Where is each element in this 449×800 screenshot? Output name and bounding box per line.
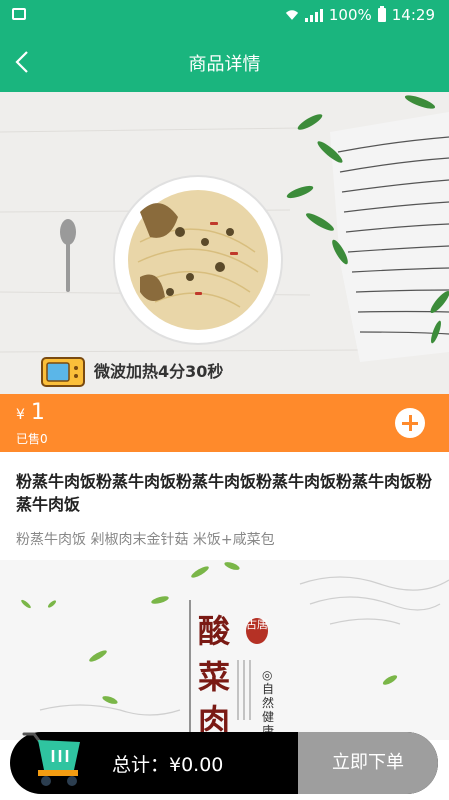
price-bar: ¥1 已售0	[0, 394, 449, 452]
heating-info: 微波加热4分30秒	[42, 358, 223, 382]
currency-symbol: ¥	[16, 407, 25, 423]
battery-icon	[377, 6, 386, 22]
heating-label: 微波加热4分30秒	[94, 362, 224, 381]
poster-seal: 古唐	[246, 618, 268, 644]
cloth-napkin	[330, 112, 449, 362]
poster-char-2: 菜	[198, 658, 231, 696]
sold-count: 已售0	[16, 432, 48, 446]
product-name: 粉蒸牛肉饭粉蒸牛肉饭粉蒸牛肉饭粉蒸牛肉饭粉蒸牛肉饭粉蒸牛肉饭	[16, 472, 433, 514]
price-value: 1	[30, 400, 45, 425]
page-title: 商品详情	[188, 54, 261, 75]
dish-illustration	[0, 95, 449, 387]
title-bar: 商品详情	[0, 32, 449, 92]
product-image: 微波加热4分30秒	[0, 92, 449, 394]
price: ¥1	[16, 400, 45, 425]
order-now-button[interactable]: 立即下单	[298, 732, 438, 794]
add-to-cart-icon[interactable]	[395, 408, 425, 438]
detail-poster: 酸 菜 肉 古唐 ◎自然健康◎	[0, 560, 449, 740]
battery-percent: 100%	[328, 6, 372, 24]
status-right: 100% 14:29	[285, 6, 435, 24]
product-description: 粉蒸牛肉饭 剁椒肉末金针菇 米饭+咸菜包	[16, 532, 275, 548]
status-bar: 100% 14:29	[0, 0, 449, 32]
cart-total: 总计：¥0.00	[112, 754, 224, 776]
signal-icon	[304, 8, 323, 22]
shopping-cart-icon[interactable]	[20, 728, 88, 790]
image-notification-icon	[12, 8, 26, 20]
clock: 14:29	[391, 6, 435, 24]
poster-vertical-text: ◎自然健康◎	[262, 668, 275, 740]
spoon	[60, 219, 76, 292]
wifi-icon	[285, 10, 298, 20]
poster-char-1: 酸	[198, 612, 231, 650]
